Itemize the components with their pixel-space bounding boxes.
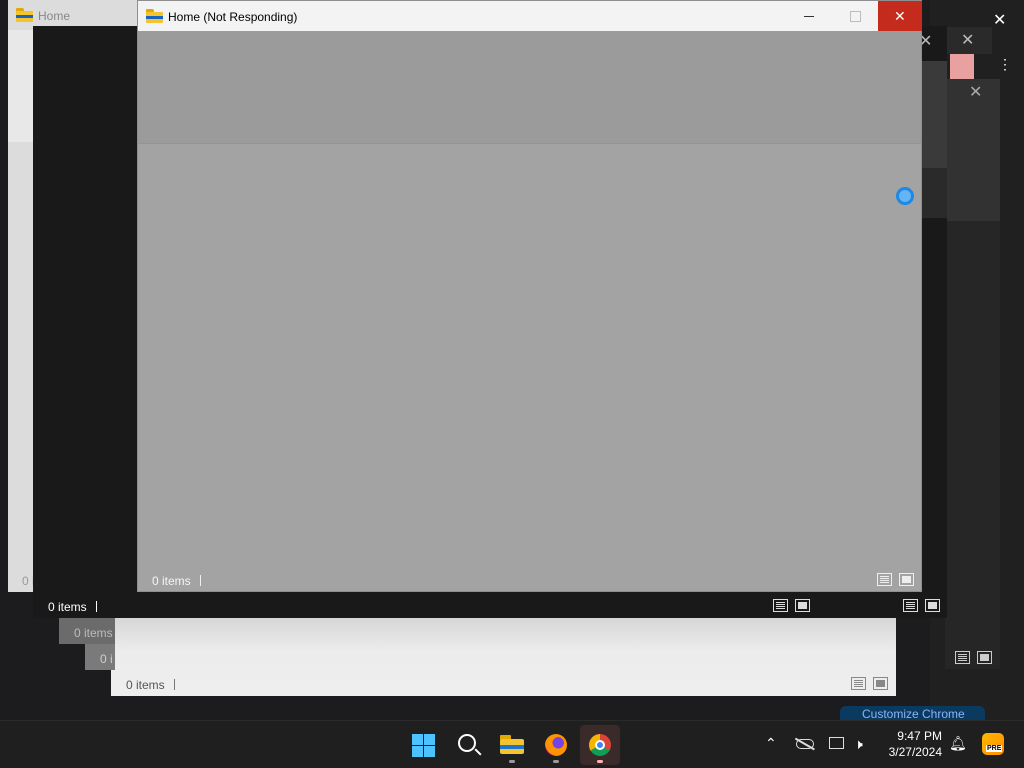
- window-title: Home (Not Responding): [168, 10, 298, 24]
- file-explorer-icon: [500, 735, 524, 754]
- kebab-menu-icon[interactable]: ⋮: [998, 56, 1012, 72]
- right-window-2-close-icon[interactable]: ✕: [961, 33, 974, 49]
- chrome-notification-text: Customize Chrome: [862, 707, 965, 720]
- folder-icon: [146, 9, 163, 23]
- status-separator: [96, 601, 97, 612]
- firefox-button[interactable]: [536, 725, 576, 765]
- taskbar: ⌃ 🕨 9:47 PM 3/27/2024 🔔︎ PRE: [0, 720, 1024, 768]
- windows-start-icon: [412, 734, 435, 757]
- notification-bell-icon[interactable]: 🔔︎: [949, 735, 967, 752]
- status-item-count: 0 items: [152, 574, 191, 588]
- tiles-view-icon[interactable]: [873, 677, 888, 690]
- right-edge-panel: [922, 61, 947, 168]
- status-separator: [200, 575, 201, 586]
- search-button[interactable]: [448, 725, 488, 765]
- onedrive-offline-icon[interactable]: [795, 737, 815, 750]
- status-item-count: 0 items: [74, 626, 113, 640]
- title-bar[interactable]: Home (Not Responding) ✕: [138, 1, 922, 31]
- clock[interactable]: 9:47 PM 3/27/2024: [880, 729, 942, 761]
- copilot-pre-icon[interactable]: PRE: [982, 733, 1004, 755]
- clock-time: 9:47 PM: [897, 729, 942, 743]
- maximize-button[interactable]: [832, 1, 878, 31]
- network-icon[interactable]: [829, 737, 844, 749]
- maximize-icon: [850, 11, 861, 22]
- minimize-icon: [804, 16, 814, 17]
- right-window-4-details-view-icon[interactable]: [955, 651, 970, 664]
- right-window-3-panel: [950, 54, 974, 79]
- start-button[interactable]: [404, 725, 444, 765]
- status-separator: [174, 679, 175, 690]
- explorer-window-third: 0 items: [59, 618, 115, 644]
- ribbon-divider: [138, 143, 921, 144]
- close-icon: ✕: [894, 8, 906, 24]
- close-button[interactable]: ✕: [878, 1, 922, 31]
- ribbon-area: [138, 31, 921, 143]
- right-window-4-close-icon[interactable]: ✕: [969, 85, 982, 101]
- details-view-icon[interactable]: [877, 573, 892, 586]
- details-view-icon[interactable]: [851, 677, 866, 690]
- chevron-up-icon[interactable]: ⌃: [765, 735, 777, 752]
- far-right-close-icon[interactable]: ✕: [993, 13, 1006, 29]
- chrome-button[interactable]: [580, 725, 620, 765]
- status-item-count: 0 items: [126, 678, 165, 692]
- explorer-window-not-responding: Home (Not Responding) ✕ 0 items: [137, 0, 922, 592]
- right-window-4-tiles-view-icon[interactable]: [977, 651, 992, 664]
- explorer-window-fourth: 0 i: [85, 644, 115, 670]
- chrome-icon: [589, 734, 611, 756]
- details-view-icon[interactable]: [773, 599, 788, 612]
- status-item-count: 0 i: [100, 652, 113, 666]
- clock-date: 3/27/2024: [888, 745, 942, 759]
- tiles-view-icon-right[interactable]: [925, 599, 940, 612]
- details-view-icon-right[interactable]: [903, 599, 918, 612]
- chrome-notification[interactable]: Customize Chrome: [840, 706, 985, 720]
- status-item-count: 0 items: [48, 600, 87, 614]
- file-explorer-button[interactable]: [492, 725, 532, 765]
- minimize-button[interactable]: [786, 1, 832, 31]
- volume-muted-icon[interactable]: 🕨: [854, 736, 863, 753]
- firefox-icon: [545, 734, 567, 756]
- folder-icon: [16, 8, 33, 22]
- tiles-view-icon[interactable]: [795, 599, 810, 612]
- window-title: Home: [38, 9, 71, 23]
- loading-spinner-icon: [896, 187, 914, 205]
- tiles-view-icon[interactable]: [899, 573, 914, 586]
- right-edge-panel-dark: [922, 168, 947, 218]
